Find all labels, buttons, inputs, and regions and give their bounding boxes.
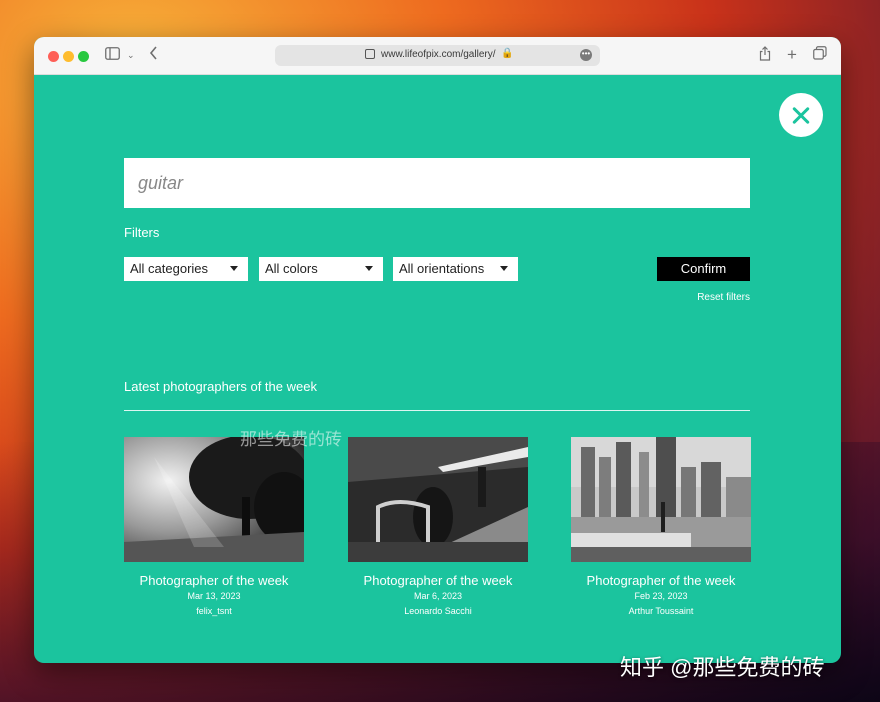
card-title: Photographer of the week [363, 573, 513, 588]
caret-down-icon [230, 266, 238, 271]
tabs-icon[interactable] [813, 46, 827, 64]
reset-filters-link[interactable]: Reset filters [684, 292, 750, 303]
lock-icon: 🔒 [501, 48, 514, 59]
category-select[interactable]: All categories [124, 257, 248, 281]
color-select[interactable]: All colors [259, 257, 383, 281]
site-icon [365, 49, 375, 59]
card-date: Mar 6, 2023 [413, 591, 463, 601]
minimize-window-button[interactable] [63, 51, 74, 62]
photographer-card[interactable]: Photographer of the week Feb 23, 2023 Ar… [571, 437, 751, 616]
watermark: 那些免费的砖 [240, 430, 342, 449]
url-text: www.lifeofpix.com/gallery/ [381, 49, 496, 60]
card-title: Photographer of the week [586, 573, 736, 588]
browser-window: ⌄ www.lifeofpix.com/gallery/ 🔒 ••• + Fil… [34, 37, 841, 663]
confirm-button[interactable]: Confirm [657, 257, 750, 281]
photographer-card[interactable]: Photographer of the week Mar 6, 2023 Leo… [348, 437, 528, 616]
photographer-name[interactable]: Leonardo Sacchi [348, 606, 528, 616]
section-title: Latest photographers of the week [124, 379, 317, 394]
share-icon[interactable] [759, 46, 771, 65]
more-icon[interactable]: ••• [580, 49, 592, 61]
card-title: Photographer of the week [139, 573, 289, 588]
photographer-photo[interactable] [348, 437, 528, 562]
chevron-down-icon[interactable]: ⌄ [127, 46, 135, 64]
orientation-select-value: All orientations [399, 261, 485, 276]
browser-toolbar: ⌄ www.lifeofpix.com/gallery/ 🔒 ••• + [34, 37, 841, 75]
search-input[interactable] [124, 158, 750, 208]
photographer-name[interactable]: Arthur Toussaint [571, 606, 751, 616]
orientation-select[interactable]: All orientations [393, 257, 518, 281]
divider [124, 410, 750, 411]
address-bar[interactable]: www.lifeofpix.com/gallery/ 🔒 ••• [275, 45, 600, 66]
caret-down-icon [500, 266, 508, 271]
card-date: Mar 13, 2023 [187, 591, 241, 601]
close-window-button[interactable] [48, 51, 59, 62]
color-select-value: All colors [265, 261, 318, 276]
photographer-name[interactable]: felix_tsnt [124, 606, 304, 616]
filters-label: Filters [124, 225, 160, 240]
card-date: Feb 23, 2023 [634, 591, 688, 601]
photographer-card[interactable]: Photographer of the week Mar 13, 2023 fe… [124, 437, 304, 616]
close-search-button[interactable] [779, 93, 823, 137]
back-icon[interactable] [149, 46, 158, 64]
plus-icon[interactable]: + [787, 46, 797, 64]
category-select-value: All categories [130, 261, 209, 276]
sidebar-icon[interactable] [105, 46, 120, 64]
photographer-photo[interactable] [124, 437, 304, 562]
watermark-corner: 知乎 @那些免费的砖 [620, 655, 825, 680]
caret-down-icon [365, 266, 373, 271]
photographer-photo[interactable] [571, 437, 751, 562]
zoom-window-button[interactable] [78, 51, 89, 62]
